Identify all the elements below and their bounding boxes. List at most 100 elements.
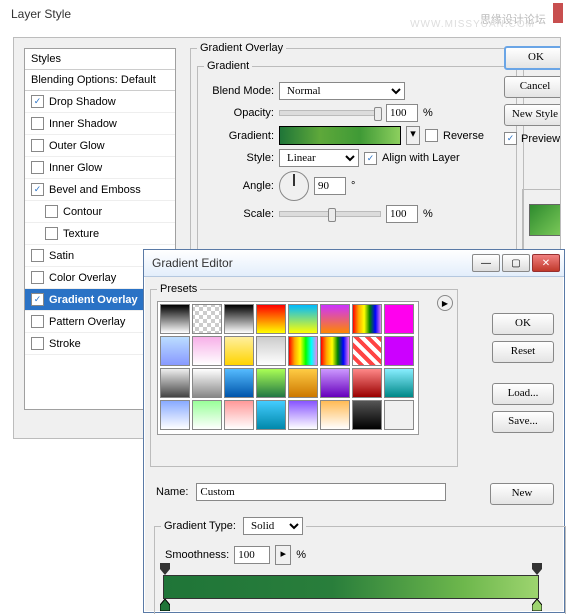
smooth-input[interactable]	[234, 546, 270, 564]
blend-mode-label: Blend Mode:	[204, 85, 274, 97]
deg-label: °	[351, 180, 355, 192]
preset-swatch[interactable]	[288, 336, 318, 366]
maximize-icon[interactable]: ▢	[502, 254, 530, 272]
style-texture[interactable]: Texture	[25, 223, 175, 245]
presets-menu-icon[interactable]: ▶	[437, 295, 453, 311]
checkbox[interactable]	[31, 315, 44, 328]
style-label: Drop Shadow	[49, 96, 116, 108]
angle-dial[interactable]	[279, 171, 309, 201]
preset-swatch[interactable]	[224, 400, 254, 430]
scale-input[interactable]	[386, 205, 418, 223]
style-drop-shadow[interactable]: Drop Shadow	[25, 91, 175, 113]
styles-header[interactable]: Styles	[25, 49, 175, 70]
preset-swatch[interactable]	[320, 368, 350, 398]
checkbox[interactable]	[31, 161, 44, 174]
style-inner-shadow[interactable]: Inner Shadow	[25, 113, 175, 135]
close-icon[interactable]: ✕	[532, 254, 560, 272]
preset-swatch[interactable]	[160, 304, 190, 334]
preset-swatch[interactable]	[224, 336, 254, 366]
gradient-bar[interactable]	[163, 575, 539, 599]
preset-swatch[interactable]	[320, 400, 350, 430]
checkbox[interactable]	[31, 337, 44, 350]
ge-save-button[interactable]: Save...	[492, 411, 554, 433]
opacity-stop-right[interactable]	[532, 563, 542, 575]
style-label: Texture	[63, 228, 99, 240]
checkbox[interactable]	[31, 271, 44, 284]
type-select[interactable]: Solid	[243, 517, 303, 535]
checkbox[interactable]	[45, 227, 58, 240]
style-label: Inner Glow	[49, 162, 102, 174]
ok-button[interactable]: OK	[504, 46, 561, 70]
scale-slider[interactable]	[279, 211, 381, 217]
preset-swatch[interactable]	[256, 336, 286, 366]
blend-mode-select[interactable]: Normal	[279, 82, 405, 100]
cancel-button[interactable]: Cancel	[504, 76, 561, 98]
smooth-dropdown[interactable]: ▸	[275, 545, 291, 565]
preset-swatch[interactable]	[224, 368, 254, 398]
preview-checkbox[interactable]	[504, 132, 517, 145]
ge-new-button[interactable]: New	[490, 483, 554, 505]
ge-load-button[interactable]: Load...	[492, 383, 554, 405]
name-label: Name:	[156, 486, 188, 498]
gradient-dropdown[interactable]: ▾	[406, 126, 420, 145]
checkbox[interactable]	[31, 95, 44, 108]
gradient-swatch[interactable]	[279, 126, 401, 145]
preset-swatch[interactable]	[256, 400, 286, 430]
style-select[interactable]: Linear	[279, 149, 359, 167]
preset-swatch[interactable]	[384, 304, 414, 334]
name-input[interactable]	[196, 483, 446, 501]
preset-swatch[interactable]	[288, 368, 318, 398]
preset-swatch[interactable]	[384, 336, 414, 366]
opacity-input[interactable]	[386, 104, 418, 122]
checkbox[interactable]	[31, 183, 44, 196]
ge-titlebar[interactable]: Gradient Editor — ▢ ✕	[144, 250, 564, 277]
preset-swatch[interactable]	[384, 368, 414, 398]
preset-swatch[interactable]	[256, 304, 286, 334]
preset-swatch[interactable]	[224, 304, 254, 334]
close-icon[interactable]	[553, 3, 563, 23]
opacity-stop-left[interactable]	[160, 563, 170, 575]
preset-swatch[interactable]	[352, 368, 382, 398]
preset-swatch[interactable]	[160, 400, 190, 430]
align-checkbox[interactable]	[364, 152, 377, 165]
preset-swatch[interactable]	[160, 336, 190, 366]
preset-swatch[interactable]	[320, 336, 350, 366]
checkbox[interactable]	[45, 205, 58, 218]
blending-options[interactable]: Blending Options: Default	[25, 70, 175, 91]
preset-swatch[interactable]	[288, 304, 318, 334]
preset-swatch[interactable]	[256, 368, 286, 398]
color-stop-left[interactable]	[160, 599, 170, 611]
reverse-checkbox[interactable]	[425, 129, 438, 142]
new-style-button[interactable]: New Style	[504, 104, 561, 126]
preset-swatch[interactable]	[288, 400, 318, 430]
checkbox[interactable]	[31, 249, 44, 262]
minimize-icon[interactable]: —	[472, 254, 500, 272]
go-legend: Gradient Overlay	[197, 42, 286, 54]
preset-swatch[interactable]	[192, 336, 222, 366]
checkbox[interactable]	[31, 139, 44, 152]
style-label: Contour	[63, 206, 102, 218]
preset-swatch[interactable]	[384, 400, 414, 430]
style-contour[interactable]: Contour	[25, 201, 175, 223]
color-stop-right[interactable]	[532, 599, 542, 611]
preset-swatch[interactable]	[320, 304, 350, 334]
checkbox[interactable]	[31, 117, 44, 130]
preset-swatch[interactable]	[352, 400, 382, 430]
preset-swatch[interactable]	[192, 400, 222, 430]
ge-buttons: OK Reset Load... Save...	[492, 313, 554, 439]
preset-swatch[interactable]	[352, 336, 382, 366]
preview-label: Preview	[521, 133, 560, 145]
ge-ok-button[interactable]: OK	[492, 313, 554, 335]
opacity-slider[interactable]	[279, 110, 381, 116]
ge-reset-button[interactable]: Reset	[492, 341, 554, 363]
preset-swatch[interactable]	[160, 368, 190, 398]
style-bevel-and-emboss[interactable]: Bevel and Emboss	[25, 179, 175, 201]
preset-swatch[interactable]	[192, 304, 222, 334]
presets-group: Presets ▶	[150, 283, 458, 467]
preset-swatch[interactable]	[352, 304, 382, 334]
preset-swatch[interactable]	[192, 368, 222, 398]
checkbox[interactable]	[31, 293, 44, 306]
angle-input[interactable]	[314, 177, 346, 195]
style-inner-glow[interactable]: Inner Glow	[25, 157, 175, 179]
style-outer-glow[interactable]: Outer Glow	[25, 135, 175, 157]
